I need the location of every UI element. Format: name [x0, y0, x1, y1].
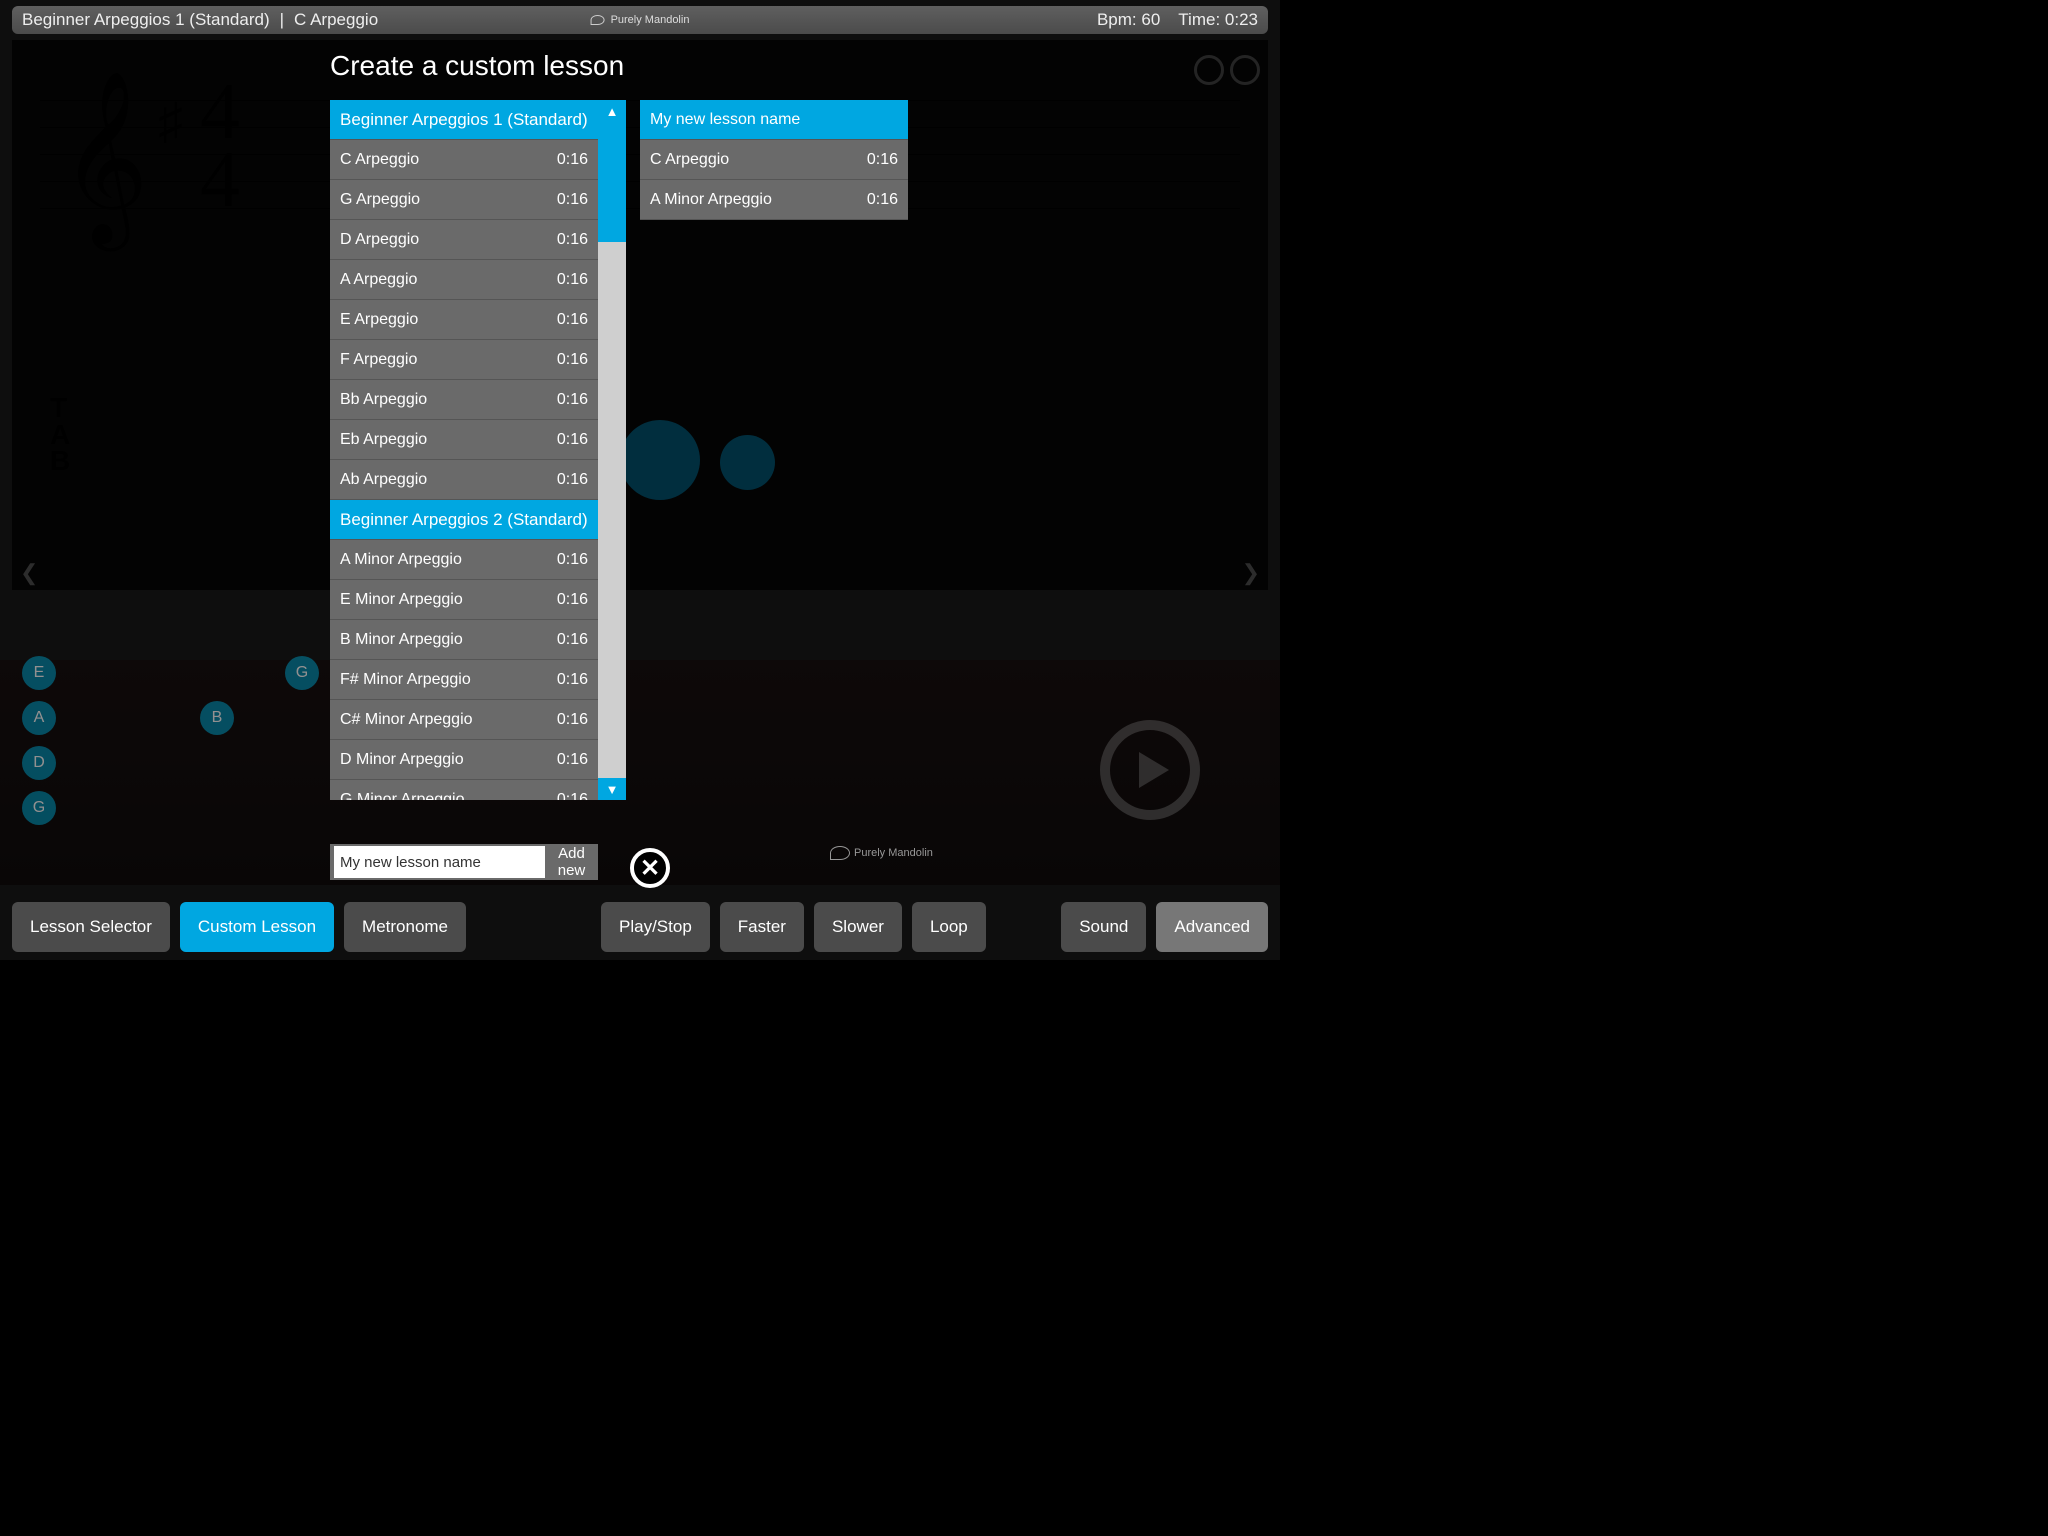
- zoom-in-icon[interactable]: [1230, 55, 1260, 85]
- source-lesson-item[interactable]: C# Minor Arpeggio0:16: [330, 700, 598, 740]
- source-lesson-item[interactable]: B Minor Arpeggio0:16: [330, 620, 598, 660]
- target-lesson-list[interactable]: My new lesson nameC Arpeggio0:16A Minor …: [640, 100, 908, 800]
- top-status-bar: Beginner Arpeggios 1 (Standard) | C Arpe…: [12, 6, 1268, 34]
- play-stop-button[interactable]: Play/Stop: [601, 902, 710, 952]
- source-group-header[interactable]: Beginner Arpeggios 2 (Standard): [330, 500, 598, 540]
- source-scrollbar[interactable]: ▲ ▼: [598, 100, 626, 800]
- modal-title: Create a custom lesson: [330, 50, 930, 82]
- advanced-button[interactable]: Advanced: [1156, 902, 1268, 952]
- scroll-down-icon[interactable]: ▼: [598, 778, 626, 800]
- source-lesson-item[interactable]: G Minor Arpeggio0:16: [330, 780, 598, 800]
- source-lesson-item[interactable]: D Arpeggio0:16: [330, 220, 598, 260]
- lesson-name-input[interactable]: [334, 846, 545, 878]
- source-lesson-item[interactable]: C Arpeggio0:16: [330, 140, 598, 180]
- fret-note-g: G: [285, 656, 319, 690]
- custom-lesson-button[interactable]: Custom Lesson: [180, 902, 334, 952]
- brand-logo: Purely Mandolin: [591, 14, 690, 26]
- source-lesson-item[interactable]: E Minor Arpeggio0:16: [330, 580, 598, 620]
- bottom-toolbar: Lesson Selector Custom Lesson Metronome …: [12, 902, 1268, 952]
- string-label-g: G: [22, 791, 56, 825]
- scroll-track[interactable]: [598, 122, 626, 778]
- lesson-group-title: Beginner Arpeggios 1 (Standard): [22, 10, 270, 30]
- source-lesson-item[interactable]: F Arpeggio0:16: [330, 340, 598, 380]
- scroll-up-icon[interactable]: ▲: [598, 100, 626, 122]
- source-group-header[interactable]: Beginner Arpeggios 1 (Standard): [330, 100, 598, 140]
- fret-note-b: B: [200, 701, 234, 735]
- string-label-e: E: [22, 656, 56, 690]
- source-lesson-item[interactable]: D Minor Arpeggio0:16: [330, 740, 598, 780]
- sound-button[interactable]: Sound: [1061, 902, 1146, 952]
- source-lesson-list[interactable]: Beginner Arpeggios 1 (Standard)C Arpeggi…: [330, 100, 598, 800]
- close-modal-button[interactable]: ✕: [630, 848, 670, 888]
- slower-button[interactable]: Slower: [814, 902, 902, 952]
- string-label-d: D: [22, 746, 56, 780]
- metronome-button[interactable]: Metronome: [344, 902, 466, 952]
- replay-icon[interactable]: [1100, 720, 1200, 820]
- target-header[interactable]: My new lesson name: [640, 100, 908, 140]
- scroll-thumb[interactable]: [598, 122, 626, 242]
- zoom-out-icon[interactable]: [1194, 55, 1224, 85]
- target-lesson-item[interactable]: A Minor Arpeggio0:16: [640, 180, 908, 220]
- faster-button[interactable]: Faster: [720, 902, 804, 952]
- source-lesson-item[interactable]: F# Minor Arpeggio0:16: [330, 660, 598, 700]
- string-label-a: A: [22, 701, 56, 735]
- bpm-display: Bpm: 60: [1097, 10, 1160, 30]
- lesson-selector-button[interactable]: Lesson Selector: [12, 902, 170, 952]
- custom-lesson-modal: Create a custom lesson Beginner Arpeggio…: [330, 50, 930, 880]
- separator: |: [280, 10, 284, 30]
- source-lesson-item[interactable]: Bb Arpeggio0:16: [330, 380, 598, 420]
- source-lesson-item[interactable]: Ab Arpeggio0:16: [330, 460, 598, 500]
- loop-button[interactable]: Loop: [912, 902, 986, 952]
- add-new-button[interactable]: Add new: [545, 844, 598, 880]
- time-display: Time: 0:23: [1178, 10, 1258, 30]
- source-lesson-item[interactable]: A Minor Arpeggio0:16: [330, 540, 598, 580]
- source-lesson-item[interactable]: E Arpeggio0:16: [330, 300, 598, 340]
- add-lesson-row: Add new: [330, 844, 598, 880]
- prev-page-icon[interactable]: ❮: [20, 560, 38, 586]
- source-lesson-item[interactable]: A Arpeggio0:16: [330, 260, 598, 300]
- next-page-icon[interactable]: ❯: [1242, 560, 1260, 586]
- source-lesson-item[interactable]: Eb Arpeggio0:16: [330, 420, 598, 460]
- target-lesson-item[interactable]: C Arpeggio0:16: [640, 140, 908, 180]
- source-lesson-item[interactable]: G Arpeggio0:16: [330, 180, 598, 220]
- current-lesson-title: C Arpeggio: [294, 10, 378, 30]
